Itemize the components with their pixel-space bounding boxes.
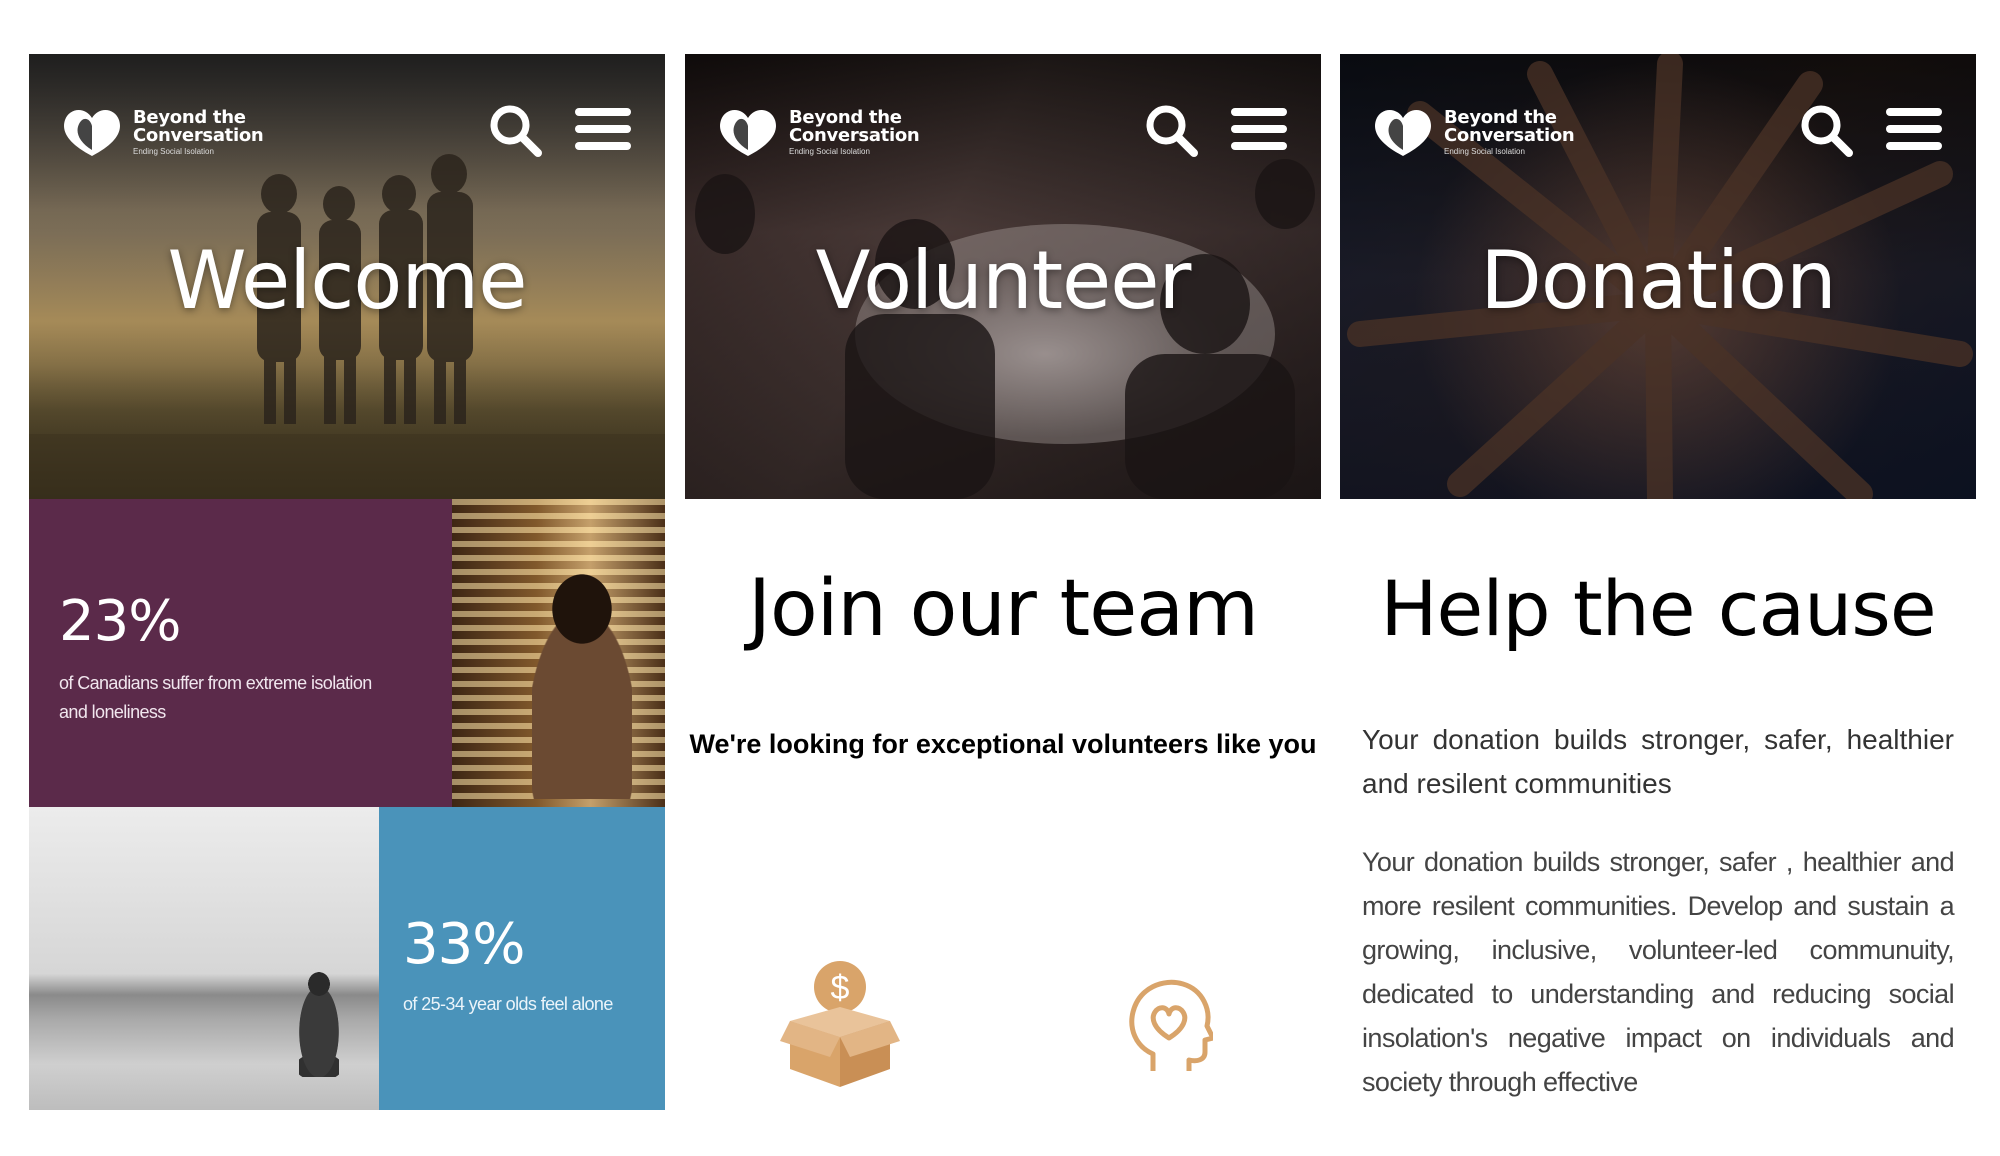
hero-title-welcome: Welcome [167,234,528,327]
donation-body-text: Your donation builds stronger, safer , h… [1362,847,1955,1097]
brand-tagline: Ending Social Isolation [133,146,214,156]
hamburger-menu-icon[interactable] [1231,108,1287,152]
hero-title-donation: Donation [1480,234,1837,327]
svg-text:$: $ [831,969,850,1007]
brand-name-line2: Conversation [1444,124,1575,146]
donation-lead-text: Your donation builds stronger, safer, he… [1362,724,1954,799]
hero-title-volunteer: Volunteer [815,234,1192,327]
brand-logo[interactable]: Beyond the Conversation Ending Social Is… [715,104,920,160]
heart-logo-icon [1375,109,1431,156]
search-icon[interactable] [487,102,543,158]
money-box-icon: $ [780,961,900,1087]
brand-name-line1: Beyond the [789,106,902,128]
head-heart-icon [1129,979,1213,1071]
join-team-heading: Join our team [748,564,1259,654]
volunteer-screen: Beyond the Conversation Ending Social Is… [685,54,1321,1110]
brand-logo[interactable]: Beyond the Conversation Ending Social Is… [59,104,264,160]
stat-description-isolation: of Canadians suffer from extreme isolati… [59,673,372,722]
stat-card-young-adults: 33% of 25-34 year olds feel alone [379,807,665,1110]
stat-description-young-adults: of 25-34 year olds feel alone [403,994,613,1014]
donation-screen: Beyond the Conversation Ending Social Is… [1340,54,1976,1110]
heart-logo-icon [720,109,776,156]
volunteer-subheading: We're looking for exceptional volunteers… [689,729,1317,759]
brand-tagline: Ending Social Isolation [789,146,870,156]
brand-name-line2: Conversation [133,124,264,146]
volunteer-hero: Beyond the Conversation Ending Social Is… [685,54,1321,499]
help-cause-heading: Help the cause [1380,564,1936,653]
welcome-hero: Beyond the Conversation Ending Social Is… [29,54,665,499]
photo-person-beach [29,807,379,1110]
brand-tagline: Ending Social Isolation [1444,146,1525,156]
hamburger-menu-icon[interactable] [575,108,631,152]
search-icon[interactable] [1798,102,1854,158]
brand-logo[interactable]: Beyond the Conversation Ending Social Is… [1370,104,1575,160]
search-icon[interactable] [1143,102,1199,158]
brand-name-line1: Beyond the [133,106,246,128]
stat-card-isolation: 23% of Canadians suffer from extreme iso… [29,499,452,807]
hamburger-menu-icon[interactable] [1886,108,1942,152]
brand-name-line1: Beyond the [1444,106,1557,128]
stat-value-23: 23% [59,589,181,654]
photo-woman-window [452,499,665,807]
brand-name-line2: Conversation [789,124,920,146]
stat-value-33: 33% [403,912,525,977]
heart-logo-icon [64,109,120,156]
welcome-screen: Beyond the Conversation Ending Social Is… [29,54,665,1110]
donation-hero: Beyond the Conversation Ending Social Is… [1340,54,1976,499]
